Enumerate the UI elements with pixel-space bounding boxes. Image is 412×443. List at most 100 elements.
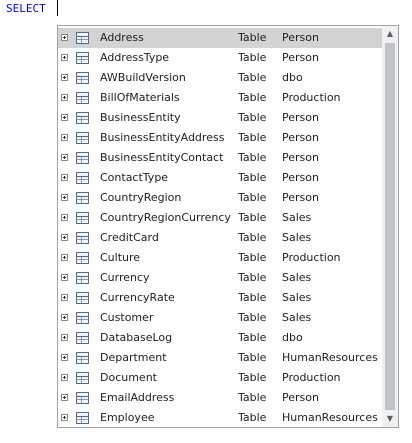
list-item[interactable]: BusinessEntity Table Person [58, 108, 382, 128]
expand-plus-icon[interactable] [61, 154, 68, 161]
object-type: Table [238, 351, 267, 364]
expand-plus-icon[interactable] [61, 334, 68, 341]
expand-plus-icon[interactable] [61, 194, 68, 201]
object-schema: Sales [282, 211, 312, 224]
object-name: Address [100, 31, 144, 44]
object-type: Table [238, 251, 267, 264]
list-item[interactable]: Customer Table Sales [58, 308, 382, 328]
object-schema: Person [282, 151, 319, 164]
scroll-up-arrow-icon[interactable]: ▲ [382, 26, 398, 42]
expand-plus-icon[interactable] [61, 294, 68, 301]
list-item[interactable]: CreditCard Table Sales [58, 228, 382, 248]
object-type: Table [238, 331, 267, 344]
object-schema: dbo [282, 71, 303, 84]
list-item[interactable]: CountryRegionCurrency Table Sales [58, 208, 382, 228]
object-name: CountryRegionCurrency [100, 211, 231, 224]
table-icon [76, 52, 89, 64]
select-keyword: SELECT [6, 2, 46, 15]
list-item[interactable]: CountryRegion Table Person [58, 188, 382, 208]
object-schema: Person [282, 391, 319, 404]
object-schema: Production [282, 371, 341, 384]
list-item[interactable]: Employee Table HumanResources [58, 408, 382, 427]
editor-line[interactable]: SELECT [6, 1, 46, 17]
object-schema: Production [282, 91, 341, 104]
list-item[interactable]: EmailAddress Table Person [58, 388, 382, 408]
expand-plus-icon[interactable] [61, 274, 68, 281]
expand-plus-icon[interactable] [61, 34, 68, 41]
table-icon [76, 252, 89, 264]
list-item[interactable]: BusinessEntityContact Table Person [58, 148, 382, 168]
object-name: CurrencyRate [100, 291, 175, 304]
object-type: Table [238, 411, 267, 424]
table-icon [76, 332, 89, 344]
object-type: Table [238, 271, 267, 284]
completion-list[interactable]: Address Table Person AddressType Table Person… [58, 26, 382, 427]
expand-plus-icon[interactable] [61, 174, 68, 181]
expand-plus-icon[interactable] [61, 74, 68, 81]
list-item[interactable]: AddressType Table Person [58, 48, 382, 68]
table-icon [76, 392, 89, 404]
vertical-scrollbar[interactable]: ▲ ▼ [382, 26, 398, 427]
expand-plus-icon[interactable] [61, 414, 68, 421]
object-type: Table [238, 71, 267, 84]
table-icon [76, 272, 89, 284]
object-name: BusinessEntityAddress [100, 131, 225, 144]
object-type: Table [238, 191, 267, 204]
expand-plus-icon[interactable] [61, 314, 68, 321]
table-icon [76, 312, 89, 324]
object-type: Table [238, 211, 267, 224]
intellisense-popup[interactable]: Address Table Person AddressType Table Person… [57, 25, 399, 428]
list-item[interactable]: DatabaseLog Table dbo [58, 328, 382, 348]
table-icon [76, 92, 89, 104]
object-name: BillOfMaterials [100, 91, 180, 104]
list-item[interactable]: AWBuildVersion Table dbo [58, 68, 382, 88]
object-schema: Person [282, 131, 319, 144]
object-name: Department [100, 351, 167, 364]
scroll-thumb[interactable] [385, 43, 395, 410]
list-item[interactable]: Department Table HumanResources [58, 348, 382, 368]
table-icon [76, 192, 89, 204]
expand-plus-icon[interactable] [61, 374, 68, 381]
object-name: BusinessEntityContact [100, 151, 224, 164]
expand-plus-icon[interactable] [61, 114, 68, 121]
list-item[interactable]: Document Table Production [58, 368, 382, 388]
object-name: Customer [100, 311, 154, 324]
object-type: Table [238, 171, 267, 184]
list-item[interactable]: ContactType Table Person [58, 168, 382, 188]
expand-plus-icon[interactable] [61, 254, 68, 261]
object-type: Table [238, 231, 267, 244]
object-name: BusinessEntity [100, 111, 181, 124]
object-type: Table [238, 391, 267, 404]
table-icon [76, 232, 89, 244]
object-name: ContactType [100, 171, 169, 184]
table-icon [76, 112, 89, 124]
list-item[interactable]: Address Table Person [58, 28, 382, 48]
text-caret [57, 0, 58, 16]
object-schema: Person [282, 111, 319, 124]
object-schema: Person [282, 51, 319, 64]
list-item[interactable]: Culture Table Production [58, 248, 382, 268]
expand-plus-icon[interactable] [61, 54, 68, 61]
expand-plus-icon[interactable] [61, 214, 68, 221]
expand-plus-icon[interactable] [61, 234, 68, 241]
object-type: Table [238, 91, 267, 104]
list-item[interactable]: BusinessEntityAddress Table Person [58, 128, 382, 148]
object-name: AWBuildVersion [100, 71, 186, 84]
object-schema: Sales [282, 271, 312, 284]
table-icon [76, 132, 89, 144]
object-name: Culture [100, 251, 141, 264]
object-type: Table [238, 131, 267, 144]
list-item[interactable]: Currency Table Sales [58, 268, 382, 288]
expand-plus-icon[interactable] [61, 354, 68, 361]
object-name: AddressType [100, 51, 170, 64]
object-schema: HumanResources [282, 411, 378, 424]
object-type: Table [238, 151, 267, 164]
expand-plus-icon[interactable] [61, 394, 68, 401]
object-name: EmailAddress [100, 391, 175, 404]
scroll-down-arrow-icon[interactable]: ▼ [382, 411, 398, 427]
expand-plus-icon[interactable] [61, 94, 68, 101]
expand-plus-icon[interactable] [61, 134, 68, 141]
list-item[interactable]: CurrencyRate Table Sales [58, 288, 382, 308]
list-item[interactable]: BillOfMaterials Table Production [58, 88, 382, 108]
table-icon [76, 212, 89, 224]
